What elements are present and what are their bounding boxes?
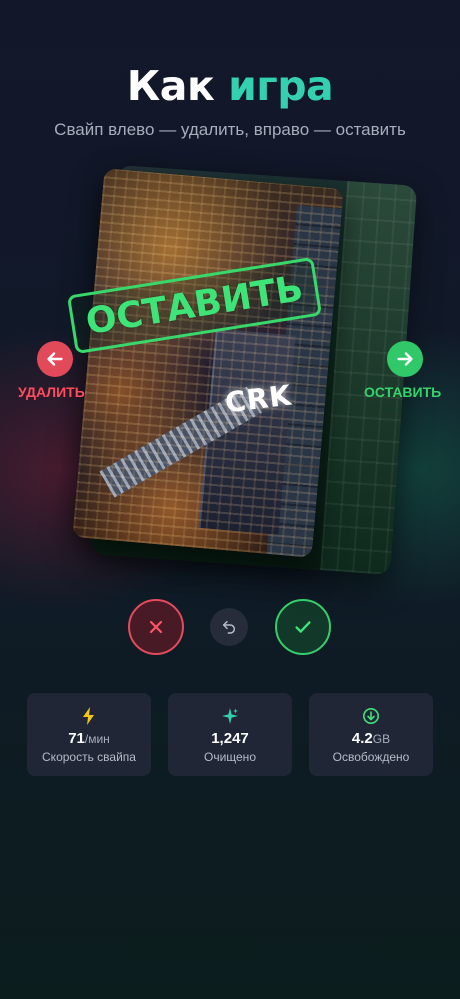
arrow-left-icon xyxy=(47,352,63,366)
keep-label: ОСТАВИТЬ xyxy=(364,384,442,400)
stat-label: Скорость свайпа xyxy=(42,750,136,764)
stat-value: 1,247 xyxy=(211,730,249,747)
undo-button[interactable] xyxy=(210,608,248,646)
stat-swipe-speed: 71/мин Скорость свайпа xyxy=(27,693,151,776)
stat-label: Освобождено xyxy=(332,750,410,764)
stat-label: Очищено xyxy=(203,750,256,764)
reject-button[interactable] xyxy=(128,599,184,655)
stat-freed: 4.2GB Освобождено xyxy=(309,693,433,776)
stat-unit: GB xyxy=(372,732,391,746)
check-icon xyxy=(295,621,311,633)
lightning-icon xyxy=(83,707,94,725)
title-main: Как xyxy=(126,62,215,110)
page-subtitle: Свайп влево — удалить, вправо — оставить xyxy=(54,120,406,139)
swipe-right-indicator[interactable] xyxy=(387,341,423,377)
page-title: Как игра xyxy=(0,62,460,110)
swipe-left-indicator[interactable] xyxy=(37,341,73,377)
stat-unit: /мин xyxy=(84,732,110,746)
stat-value: 4.2 xyxy=(351,730,373,747)
arrow-right-icon xyxy=(397,352,413,366)
stat-value: 71 xyxy=(68,730,85,747)
close-icon xyxy=(149,620,163,634)
photo-card[interactable]: CRK xyxy=(72,168,344,558)
title-accent: игра xyxy=(228,62,334,110)
accept-button[interactable] xyxy=(275,599,331,655)
city-lights xyxy=(72,168,344,558)
sparkle-icon xyxy=(222,708,238,724)
download-circle-icon xyxy=(363,708,379,724)
undo-icon xyxy=(222,620,236,634)
stat-cleaned: 1,247 Очищено xyxy=(168,693,292,776)
delete-label: УДАЛИТЬ xyxy=(18,384,85,400)
